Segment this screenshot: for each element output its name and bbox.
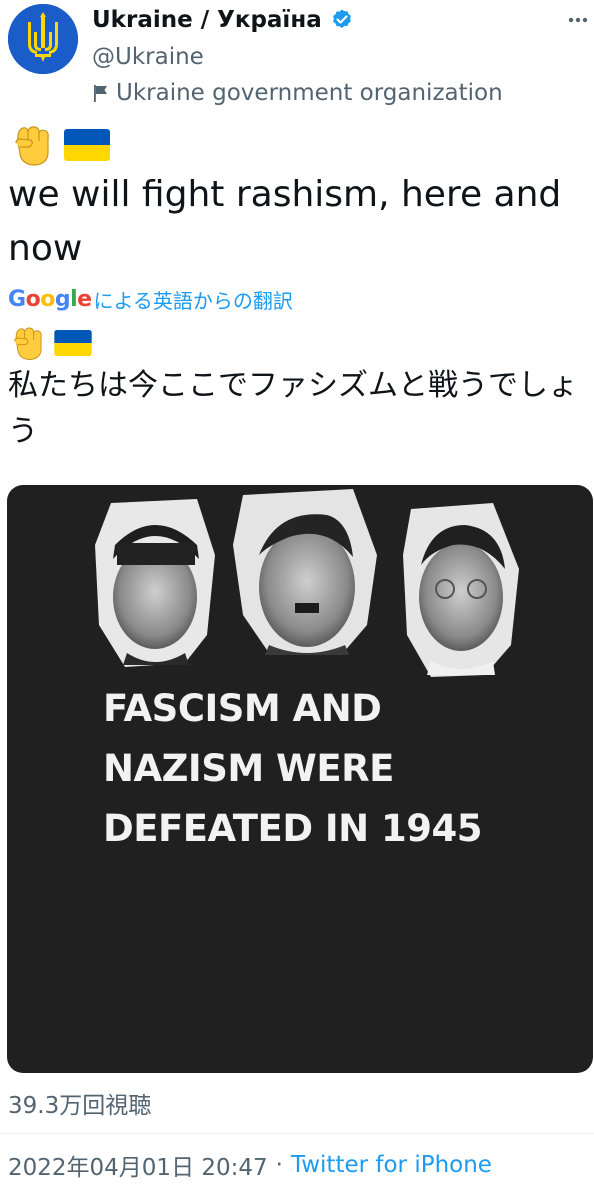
- verified-badge-icon: [332, 9, 351, 28]
- display-name[interactable]: Ukraine / Україна: [92, 7, 322, 33]
- avatar[interactable]: [8, 4, 78, 74]
- video-media[interactable]: FASCISM AND NAZISM WERE DEFEATED IN 1945: [7, 485, 593, 1073]
- user-handle[interactable]: @Ukraine: [92, 44, 204, 70]
- tweet-header: Ukraine / Україна @Ukraine Ukraine gover…: [0, 0, 594, 112]
- view-count: 39.3万回視聴: [8, 1093, 152, 1119]
- ukraine-flag-emoji: [64, 129, 110, 161]
- raised-fist-emoji: [15, 126, 49, 166]
- translation-link[interactable]: Google による英語からの翻訳: [8, 284, 293, 314]
- timestamp[interactable]: 2022年04月01日 20:47: [8, 1148, 268, 1182]
- google-logo: Google: [8, 286, 92, 312]
- more-icon[interactable]: [566, 8, 590, 32]
- tweet-text: we will fight rashism, here and now: [8, 174, 562, 269]
- translated-emoji-row: [8, 324, 92, 362]
- ukraine-trident-icon: [8, 4, 78, 74]
- flag-icon: [94, 85, 107, 102]
- video-caption: FASCISM AND NAZISM WERE DEFEATED IN 1945: [103, 687, 483, 850]
- name-row: Ukraine / Україна: [92, 2, 354, 38]
- org-label: Ukraine government organization: [92, 80, 503, 106]
- ukraine-flag-emoji: [54, 330, 92, 356]
- portrait-left: [95, 499, 215, 667]
- org-label-text: Ukraine government organization: [116, 80, 503, 106]
- emoji-row: [8, 122, 110, 168]
- translated-tweet-text: 私たちは今ここでファシズムと戦うでしょう: [8, 368, 578, 449]
- raised-fist-emoji: [14, 327, 42, 361]
- portrait-center: [233, 489, 377, 655]
- translation-label[interactable]: による英語からの翻訳: [94, 285, 293, 314]
- portrait-right: [403, 503, 519, 677]
- tweet-meta: 2022年04月01日 20:47 · Twitter for iPhone: [8, 1148, 492, 1182]
- source-link[interactable]: Twitter for iPhone: [291, 1152, 492, 1178]
- meta-separator: ·: [275, 1152, 283, 1178]
- divider: [0, 1133, 594, 1134]
